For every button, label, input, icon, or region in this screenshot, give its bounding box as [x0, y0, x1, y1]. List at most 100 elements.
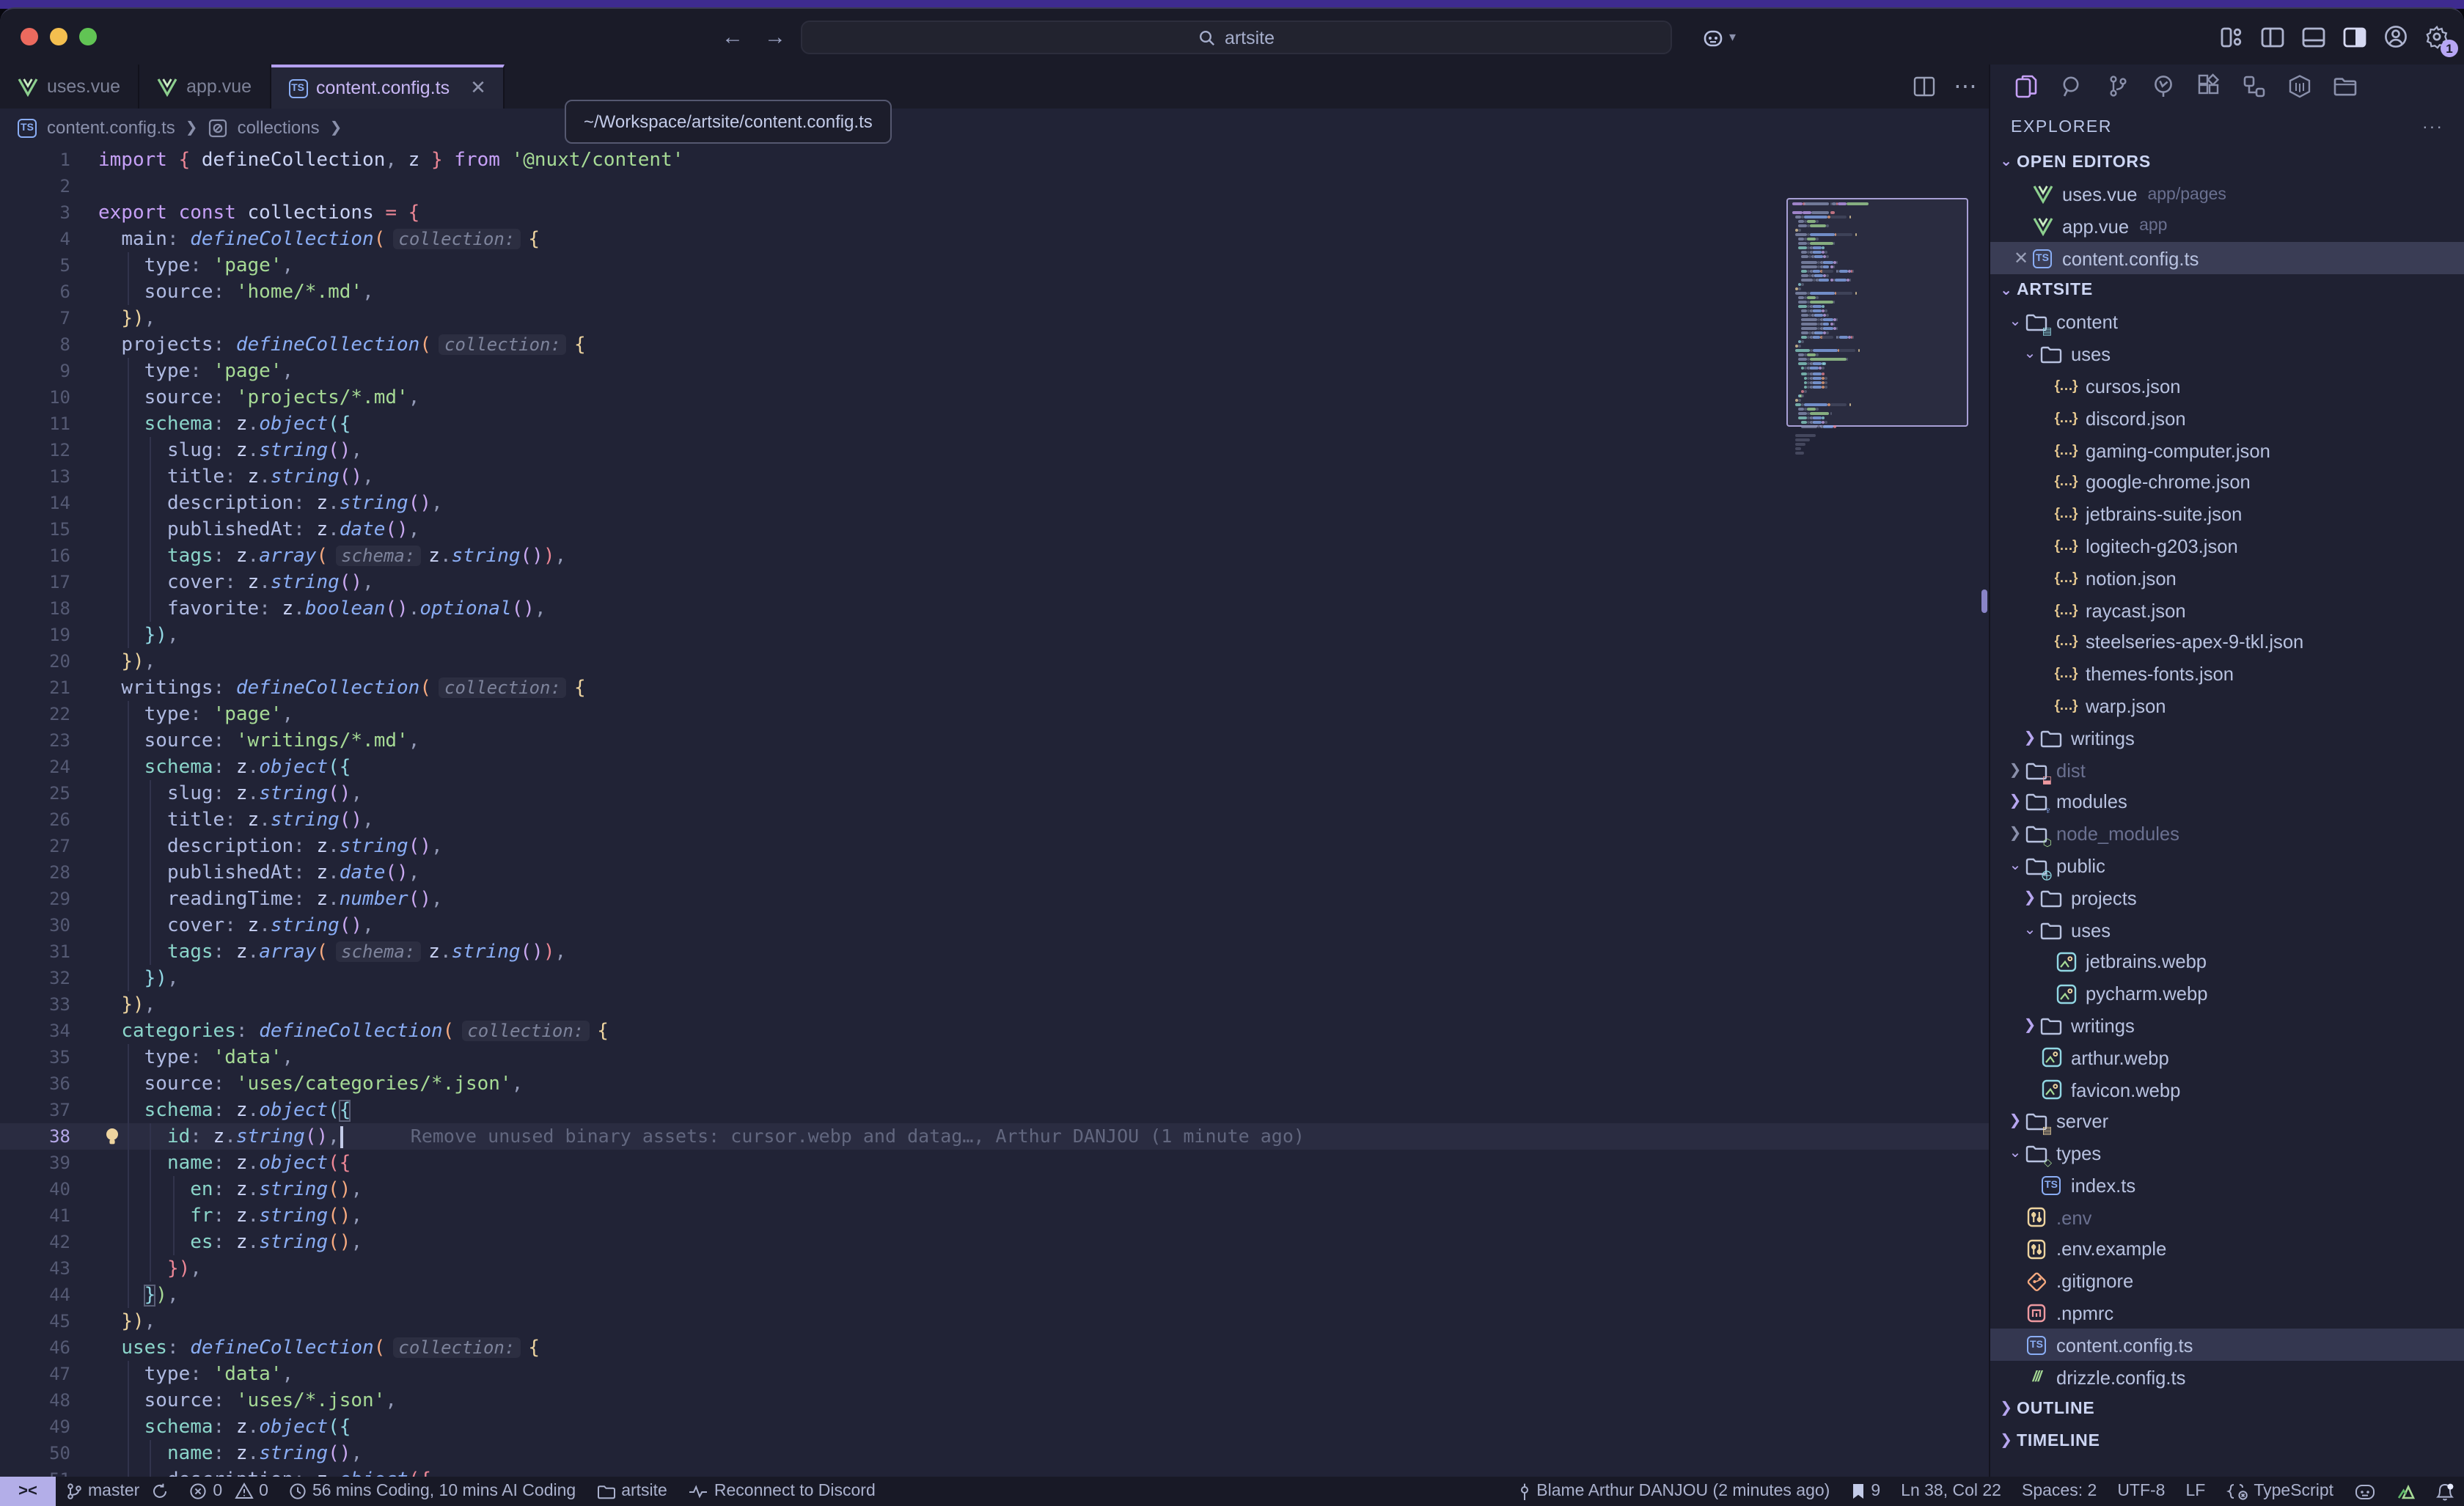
toggle-panel-icon[interactable] [2301, 24, 2326, 49]
minimap-viewport[interactable] [1786, 198, 1968, 427]
tree-item-uses[interactable]: ⌄uses [1990, 339, 2464, 371]
tree-item-uses.vue[interactable]: uses.vueapp/pages [1990, 179, 2464, 211]
code-line-45[interactable]: 45 }), [0, 1308, 1989, 1334]
history-forward-button[interactable]: → [764, 24, 786, 49]
tree-item-.gitignore[interactable]: .gitignore [1990, 1266, 2464, 1298]
tree-item-.env[interactable]: .env [1990, 1202, 2464, 1234]
tree-item-discord.json[interactable]: {…}discord.json [1990, 403, 2464, 435]
tree-item-drizzle.config.ts[interactable]: ///drizzle.config.ts [1990, 1362, 2464, 1394]
tree-item-app.vue[interactable]: app.vueapp [1990, 210, 2464, 243]
tab-app.vue[interactable]: app.vue [139, 65, 271, 109]
code-line-46[interactable]: 46 uses: defineCollection(collection:{ [0, 1334, 1989, 1361]
toggle-right-sidebar-icon[interactable] [2342, 24, 2367, 49]
tree-item-modules[interactable]: ❯♆modules [1990, 786, 2464, 818]
code-line-49[interactable]: 49 schema: z.object({ [0, 1414, 1989, 1440]
tree-item-steelseries-apex-9-tkl.json[interactable]: {…}steelseries-apex-9-tkl.json [1990, 626, 2464, 658]
tree-item-public[interactable]: ⌄⨁public [1990, 850, 2464, 882]
copilot-menu[interactable]: ▾ [1701, 21, 1736, 54]
code-line-48[interactable]: 48 source: 'uses/*.json', [0, 1387, 1989, 1414]
code-editor[interactable]: 1import { defineCollection, z } from '@n… [0, 147, 1989, 1485]
maximize-window-button[interactable] [79, 28, 97, 45]
settings-icon[interactable]: 1 [2424, 24, 2449, 49]
status-utf-8[interactable]: UTF-8 [2107, 1483, 2175, 1500]
code-line-2[interactable]: 2 [0, 173, 1989, 199]
account-icon[interactable] [2383, 24, 2408, 49]
tree-item-logitech-g203.json[interactable]: {…}logitech-g203.json [1990, 530, 2464, 562]
code-line-21[interactable]: 21 writings: defineCollection(collection… [0, 675, 1989, 701]
code-line-35[interactable]: 35 type: 'data', [0, 1044, 1989, 1070]
code-line-37[interactable]: 37 schema: z.object({ [0, 1097, 1989, 1123]
tree-item-types[interactable]: ⌄◇types [1990, 1137, 2464, 1169]
section-artsite[interactable]: ⌄ARTSITE [1990, 274, 2464, 306]
tree-item-content.config.ts[interactable]: ✕TScontent.config.ts [1990, 243, 2464, 275]
tree-item-writings[interactable]: ❯writings [1990, 1010, 2464, 1042]
code-line-12[interactable]: 12 slug: z.string(), [0, 437, 1989, 463]
code-line-39[interactable]: 39 name: z.object({ [0, 1150, 1989, 1176]
tree-item-themes-fonts.json[interactable]: {…}themes-fonts.json [1990, 658, 2464, 691]
code-line-14[interactable]: 14 description: z.string(), [0, 490, 1989, 516]
status-lf[interactable]: LF [2176, 1483, 2216, 1500]
code-line-5[interactable]: 5 type: 'page', [0, 252, 1989, 279]
code-line-17[interactable]: 17 cover: z.string(), [0, 569, 1989, 595]
status-spaces-2[interactable]: Spaces: 2 [2012, 1483, 2107, 1500]
status-bell[interactable] [2426, 1482, 2464, 1501]
code-line-8[interactable]: 8 projects: defineCollection(collection:… [0, 331, 1989, 358]
code-line-44[interactable]: 44 }), [0, 1282, 1989, 1308]
code-line-10[interactable]: 10 source: 'projects/*.md', [0, 384, 1989, 411]
tree-item-gaming-computer.json[interactable]: {…}gaming-computer.json [1990, 434, 2464, 466]
close-editor-icon[interactable]: ✕ [2011, 249, 2031, 269]
search-icon[interactable] [2059, 73, 2086, 100]
traffic-lights[interactable] [21, 28, 109, 45]
tree-item-jetbrains-suite.json[interactable]: {…}jetbrains-suite.json [1990, 499, 2464, 531]
code-line-40[interactable]: 40 en: z.string(), [0, 1176, 1989, 1202]
code-line-16[interactable]: 16 tags: z.array(schema:z.string()), [0, 543, 1989, 569]
tree-item-warp.json[interactable]: {…}warp.json [1990, 690, 2464, 722]
testing-icon[interactable] [2150, 73, 2177, 100]
code-line-31[interactable]: 31 tags: z.array(schema:z.string()), [0, 939, 1989, 965]
code-line-43[interactable]: 43 }), [0, 1255, 1989, 1282]
code-line-47[interactable]: 47 type: 'data', [0, 1361, 1989, 1387]
project-folder-icon[interactable] [2332, 73, 2358, 100]
extensions-icon[interactable] [2196, 73, 2222, 100]
status-9[interactable]: 9 [1840, 1483, 1891, 1500]
code-line-27[interactable]: 27 description: z.string(), [0, 833, 1989, 859]
status-typescript[interactable]: TypeScript [2215, 1483, 2344, 1500]
tree-item-.env.example[interactable]: .env.example [1990, 1233, 2464, 1266]
code-line-20[interactable]: 20 }), [0, 648, 1989, 675]
close-window-button[interactable] [21, 28, 38, 45]
status-ln-38-col-22[interactable]: Ln 38, Col 22 [1891, 1483, 2012, 1500]
code-line-22[interactable]: 22 type: 'page', [0, 701, 1989, 727]
tree-item-raycast.json[interactable]: {…}raycast.json [1990, 594, 2464, 626]
minimize-window-button[interactable] [50, 28, 67, 45]
code-line-23[interactable]: 23 source: 'writings/*.md', [0, 727, 1989, 754]
breadcrumb-symbol[interactable]: collections [238, 117, 320, 138]
code-line-30[interactable]: 30 cover: z.string(), [0, 912, 1989, 939]
code-line-18[interactable]: 18 favorite: z.boolean().optional(), [0, 595, 1989, 622]
code-line-15[interactable]: 15 publishedAt: z.date(), [0, 516, 1989, 543]
status-reconnect-to-discord[interactable]: Reconnect to Discord [678, 1483, 886, 1500]
code-line-42[interactable]: 42 es: z.string(), [0, 1229, 1989, 1255]
remote-indicator[interactable]: >< [0, 1477, 56, 1506]
code-line-9[interactable]: 9 type: 'page', [0, 358, 1989, 384]
code-line-13[interactable]: 13 title: z.string(), [0, 463, 1989, 490]
code-line-26[interactable]: 26 title: z.string(), [0, 807, 1989, 833]
status-triangle[interactable] [2386, 1483, 2426, 1499]
code-line-28[interactable]: 28 publishedAt: z.date(), [0, 859, 1989, 886]
tab-content.config.ts[interactable]: TScontent.config.ts✕ [271, 65, 505, 109]
hierarchy-icon[interactable] [2241, 73, 2267, 100]
tree-item-content[interactable]: ⌄▤content [1990, 306, 2464, 339]
tree-item-favicon.webp[interactable]: favicon.webp [1990, 1073, 2464, 1106]
tree-item-.npmrc[interactable]: .npmrc [1990, 1297, 2464, 1329]
section-outline[interactable]: ❯OUTLINE [1990, 1393, 2464, 1425]
code-line-32[interactable]: 32 }), [0, 965, 1989, 991]
tree-item-pycharm.webp[interactable]: pycharm.webp [1990, 977, 2464, 1010]
history-back-button[interactable]: ← [722, 24, 744, 49]
code-line-38[interactable]: 38 id: z.string(),Remove unused binary a… [0, 1123, 1989, 1150]
code-line-19[interactable]: 19 }), [0, 622, 1989, 648]
status-master[interactable]: master [56, 1483, 179, 1500]
tree-item-node-modules[interactable]: ❯⬡node_modules [1990, 818, 2464, 850]
code-line-33[interactable]: 33 }), [0, 991, 1989, 1018]
split-editor-icon[interactable] [1913, 75, 1936, 98]
close-tab-icon[interactable]: ✕ [470, 76, 486, 100]
code-line-25[interactable]: 25 slug: z.string(), [0, 780, 1989, 807]
